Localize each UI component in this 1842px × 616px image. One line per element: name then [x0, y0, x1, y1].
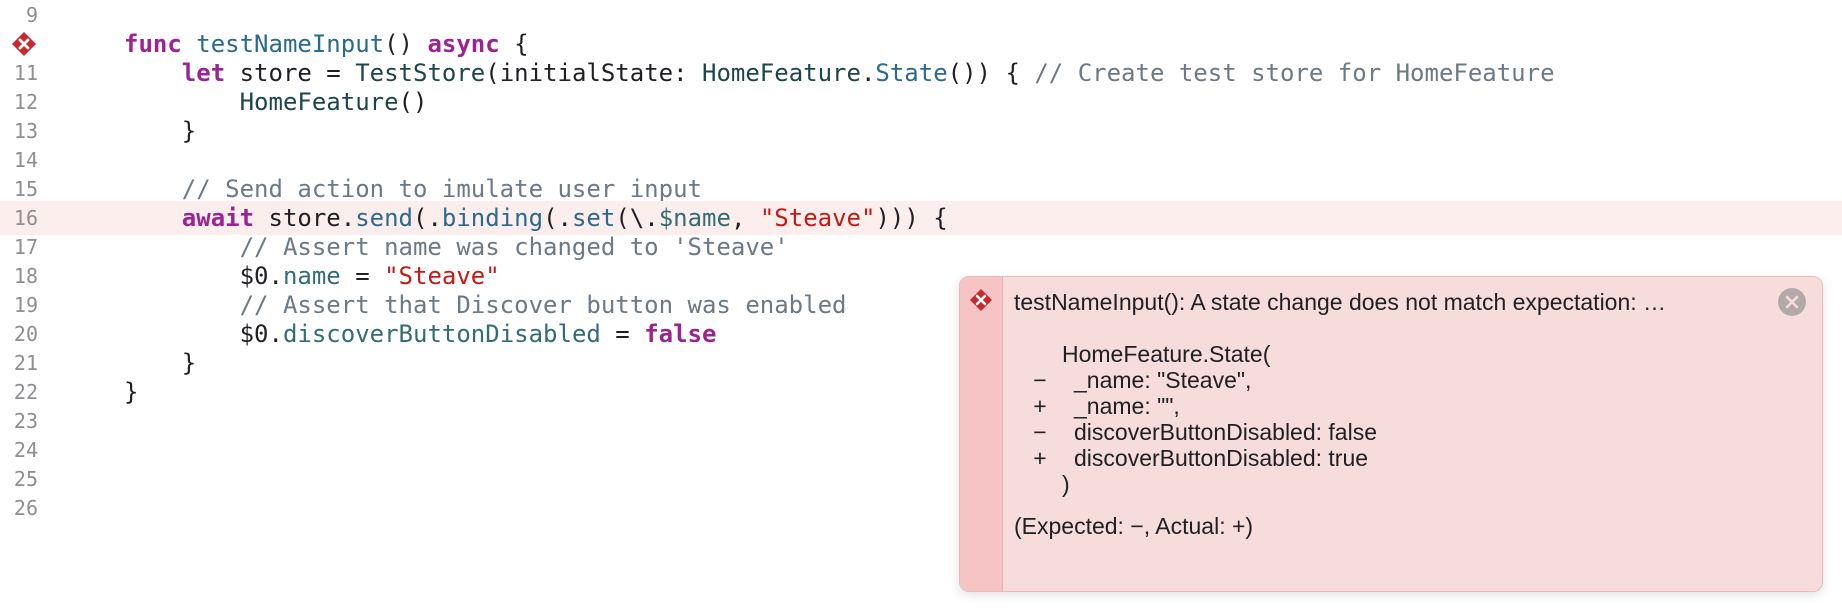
code-token: =: [600, 320, 645, 348]
code-token: set: [571, 204, 616, 232]
error-popover[interactable]: testNameInput(): A state change does not…: [959, 276, 1823, 592]
error-headline: testNameInput(): A state change does not…: [1014, 289, 1667, 315]
code-token: async: [427, 30, 500, 58]
code-token: testNameInput: [196, 30, 385, 58]
error-popover-sidebar: [960, 277, 1003, 591]
code-token: store.: [254, 204, 356, 232]
code-token: HomeFeature: [702, 59, 861, 87]
code-token: func: [124, 30, 182, 58]
code-token: }: [124, 349, 197, 377]
code-token: ()) {: [947, 59, 1035, 87]
error-icon[interactable]: [10, 31, 42, 57]
close-icon[interactable]: [1778, 288, 1806, 316]
code-token: ))) {: [875, 204, 948, 232]
diff-text: ): [1062, 471, 1070, 497]
code-token: send: [355, 204, 413, 232]
diff-line: ): [1014, 469, 1714, 499]
code-token: $0.: [124, 262, 283, 290]
code-token: ,: [730, 204, 760, 232]
code-token: State: [875, 59, 948, 87]
code-token: (): [398, 88, 428, 116]
code-token: =: [340, 262, 385, 290]
code-token: HomeFeature: [239, 88, 399, 116]
code-token: (.: [413, 204, 442, 232]
code-token: // Assert that Discover button was enabl…: [239, 291, 847, 319]
code-token: false: [644, 320, 717, 348]
code-token: TestStore: [355, 59, 486, 87]
code-token: $name: [658, 204, 731, 232]
code-token: (): [384, 30, 428, 58]
code-token: name: [282, 262, 341, 290]
code-token: {: [499, 30, 529, 58]
code-token: // Assert name was changed to 'Steave': [239, 233, 789, 261]
code-token: await: [181, 204, 255, 232]
code-token: }: [124, 378, 139, 406]
code-token: "Steave": [384, 262, 500, 290]
code-token: .: [860, 59, 876, 87]
code-token: // Create test store for HomeFeature: [1034, 59, 1555, 87]
error-icon: [967, 288, 995, 312]
code-token: (.: [543, 204, 572, 232]
code-token: discoverButtonDisabled: [282, 320, 601, 348]
code-token: let: [181, 59, 226, 87]
code-token: // Send action to imulate user input: [181, 175, 702, 203]
code-token: binding: [441, 204, 544, 232]
code-token: $0.: [124, 320, 283, 348]
code-token: }: [124, 117, 197, 145]
code-token: "Steave": [759, 204, 876, 232]
code-token: (\.: [615, 204, 659, 232]
code-token: (initialState:: [485, 59, 702, 87]
line-number: 26: [13, 496, 38, 520]
code-token: store =: [225, 59, 356, 87]
error-legend: (Expected: −, Actual: +): [1014, 513, 1254, 539]
